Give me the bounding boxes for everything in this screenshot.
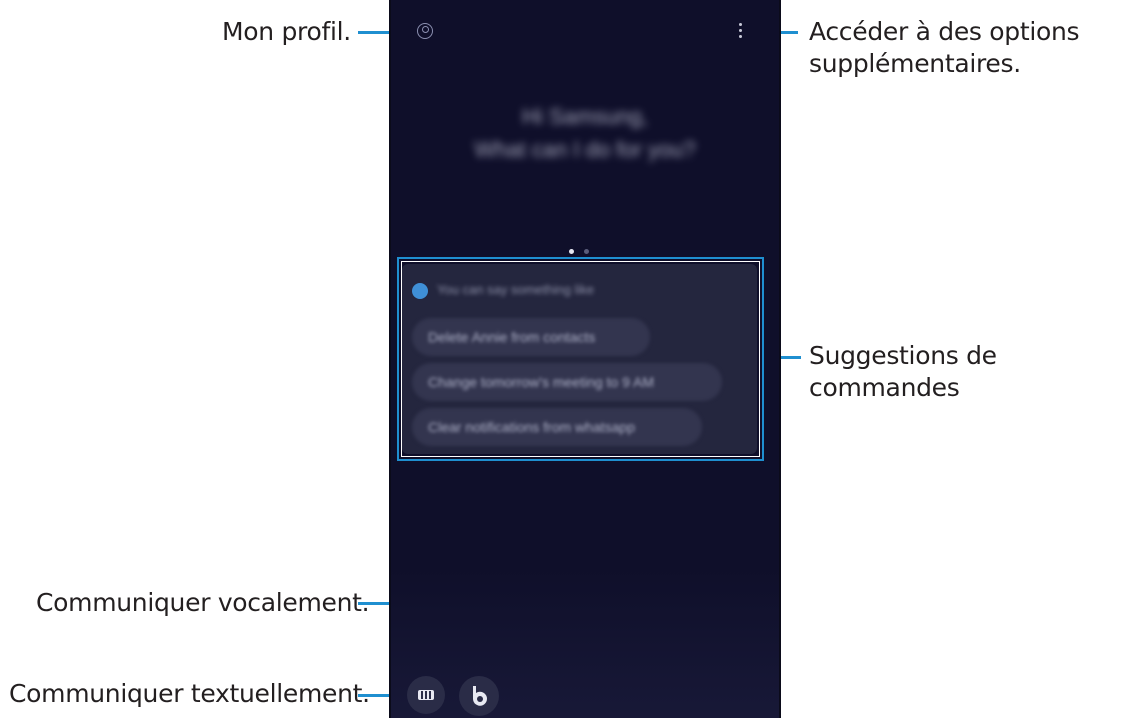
- bixby-badge-icon: [412, 283, 428, 299]
- greeting-line-1: Hi Samsung,: [522, 104, 648, 129]
- bixby-voice-icon: [473, 686, 487, 706]
- callout-voice: Communiquer vocalement.: [36, 588, 370, 617]
- greeting: Hi Samsung, What can I do for you?: [391, 100, 779, 166]
- callout-options-line1: Accéder à des options: [809, 17, 1080, 46]
- bottom-glow: [391, 568, 779, 718]
- more-options-icon[interactable]: [737, 23, 743, 41]
- bixby-voice-button[interactable]: [459, 676, 499, 716]
- page-dot-active: [569, 249, 574, 254]
- keyboard-button[interactable]: [407, 676, 445, 714]
- suggestion-chip[interactable]: Delete Annie from contacts: [412, 318, 650, 356]
- callout-options-line2: supplémentaires.: [809, 49, 1021, 78]
- suggestion-chip[interactable]: Change tomorrow's meeting to 9 AM: [412, 363, 722, 401]
- callout-text: Communiquer textuellement.: [9, 679, 370, 708]
- callout-options: Accéder à des options supplémentaires.: [809, 16, 1080, 80]
- suggestions-header: You can say something like: [437, 282, 595, 297]
- suggestion-chip[interactable]: Clear notifications from whatsapp: [412, 408, 702, 446]
- callout-suggestions: Suggestions de commandes: [809, 341, 997, 402]
- page-dot-inactive: [584, 249, 590, 254]
- profile-icon[interactable]: [417, 23, 433, 39]
- keyboard-icon: [418, 690, 434, 700]
- callout-profile: Mon profil.: [222, 17, 351, 46]
- greeting-line-2: What can I do for you?: [474, 137, 696, 162]
- phone-screen: Hi Samsung, What can I do for you? You c…: [389, 0, 781, 718]
